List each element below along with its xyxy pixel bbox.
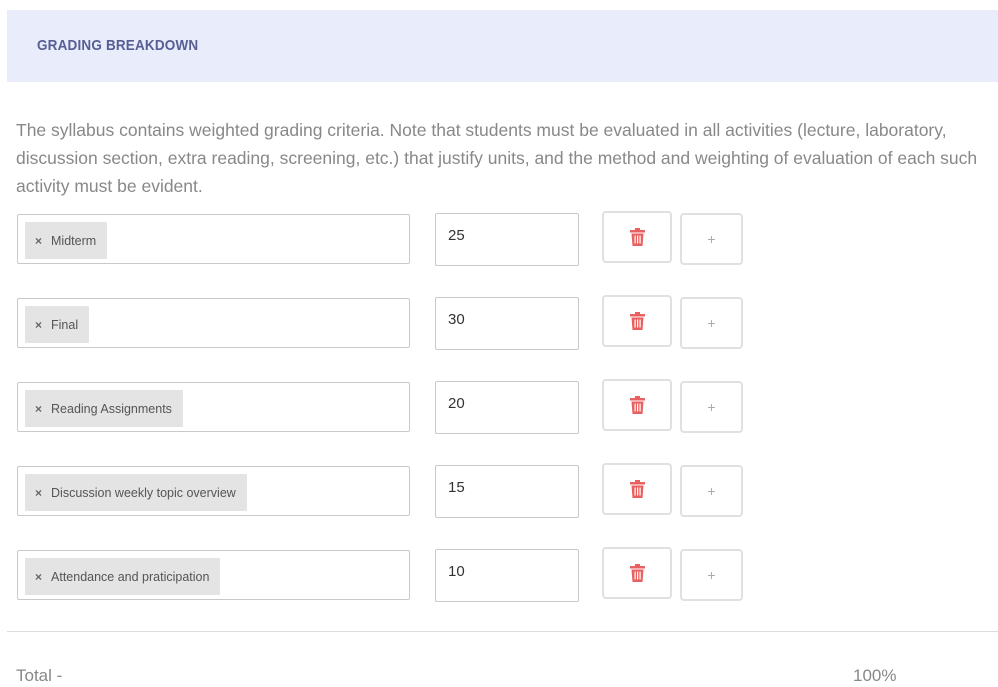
criterion-row: × Attendance and praticipation 10 + (16, 546, 746, 602)
delete-row-button[interactable] (602, 211, 672, 263)
weight-input[interactable]: 30 (435, 297, 579, 350)
trash-icon (629, 480, 645, 498)
criterion-row: × Final 30 + (16, 294, 746, 350)
criterion-name-field[interactable]: × Final (17, 298, 410, 348)
close-icon[interactable]: × (35, 570, 42, 584)
plus-icon: + (707, 231, 716, 247)
plus-icon: + (707, 567, 716, 583)
trash-icon (629, 396, 645, 414)
delete-row-button[interactable] (602, 463, 672, 515)
criterion-tag: × Reading Assignments (25, 390, 183, 427)
criterion-tag-label: Discussion weekly topic overview (51, 485, 236, 500)
trash-icon (629, 228, 645, 246)
divider (7, 631, 998, 632)
add-row-button[interactable]: + (680, 549, 743, 601)
plus-icon: + (707, 399, 716, 415)
criterion-tag: × Attendance and praticipation (25, 558, 221, 595)
weight-input[interactable]: 25 (435, 213, 579, 266)
section-header: GRADING BREAKDOWN (7, 10, 998, 82)
close-icon[interactable]: × (35, 486, 42, 500)
criterion-row: × Midterm 25 + (16, 210, 746, 266)
criterion-name-field[interactable]: × Attendance and praticipation (17, 550, 410, 600)
criterion-name-field[interactable]: × Discussion weekly topic overview (17, 466, 410, 516)
plus-icon: + (707, 315, 716, 331)
weight-input[interactable]: 15 (435, 465, 579, 518)
trash-icon (629, 312, 645, 330)
trash-icon (629, 564, 645, 582)
criterion-row: × Discussion weekly topic overview 15 + (16, 462, 746, 518)
criterion-tag-label: Attendance and praticipation (51, 569, 210, 584)
close-icon[interactable]: × (35, 318, 42, 332)
add-row-button[interactable]: + (680, 297, 743, 349)
section-title: GRADING BREAKDOWN (37, 37, 199, 54)
add-row-button[interactable]: + (680, 381, 743, 433)
criterion-name-field[interactable]: × Reading Assignments (17, 382, 410, 432)
add-row-button[interactable]: + (680, 213, 743, 265)
criterion-row: × Reading Assignments 20 + (16, 378, 746, 434)
total-value: 100% (853, 666, 897, 685)
section-description: The syllabus contains weighted grading c… (16, 120, 978, 196)
criterion-name-field[interactable]: × Midterm (17, 214, 410, 264)
weight-input[interactable]: 10 (435, 549, 579, 602)
close-icon[interactable]: × (35, 234, 42, 248)
criterion-tag: × Final (25, 306, 90, 343)
plus-icon: + (707, 483, 716, 499)
add-row-button[interactable]: + (680, 465, 743, 517)
criterion-tag-label: Midterm (51, 233, 97, 248)
delete-row-button[interactable] (602, 379, 672, 431)
delete-row-button[interactable] (602, 295, 672, 347)
close-icon[interactable]: × (35, 402, 42, 416)
criterion-tag-label: Reading Assignments (51, 401, 172, 416)
criterion-tag: × Midterm (25, 222, 108, 259)
criterion-tag-label: Final (51, 317, 79, 332)
weight-input[interactable]: 20 (435, 381, 579, 434)
total-label: Total - (16, 666, 63, 685)
delete-row-button[interactable] (602, 547, 672, 599)
criterion-tag: × Discussion weekly topic overview (25, 474, 247, 511)
